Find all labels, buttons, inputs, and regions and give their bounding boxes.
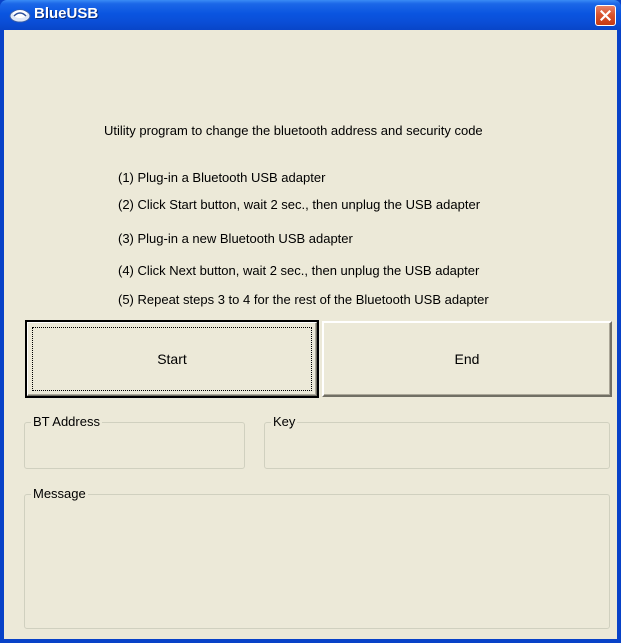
focus-rectangle <box>32 327 312 391</box>
step-4: (4) Click Next button, wait 2 sec., then… <box>118 263 480 278</box>
step-3: (3) Plug-in a new Bluetooth USB adapter <box>118 231 353 246</box>
dialog-client-area: Utility program to change the bluetooth … <box>4 30 617 639</box>
bt-address-group: BT Address <box>24 414 245 469</box>
step-1: (1) Plug-in a Bluetooth USB adapter <box>118 170 326 185</box>
bluetooth-app-icon <box>9 9 31 23</box>
app-window: BlueUSB Utility program to change the bl… <box>0 0 621 643</box>
title-bar[interactable]: BlueUSB <box>0 0 621 30</box>
end-button-label: End <box>454 351 480 367</box>
close-button[interactable] <box>595 5 616 26</box>
message-group: Message <box>24 486 610 629</box>
key-group: Key <box>264 414 610 469</box>
window-title: BlueUSB <box>34 5 99 22</box>
step-2: (2) Click Start button, wait 2 sec., the… <box>118 197 481 212</box>
key-label: Key <box>271 414 298 429</box>
description-heading: Utility program to change the bluetooth … <box>104 123 483 138</box>
bt-address-label: BT Address <box>31 414 102 429</box>
start-button[interactable]: Start <box>25 320 319 398</box>
step-5: (5) Repeat steps 3 to 4 for the rest of … <box>118 292 489 307</box>
message-label: Message <box>31 486 88 501</box>
close-icon <box>600 10 611 21</box>
end-button[interactable]: End <box>322 321 612 397</box>
